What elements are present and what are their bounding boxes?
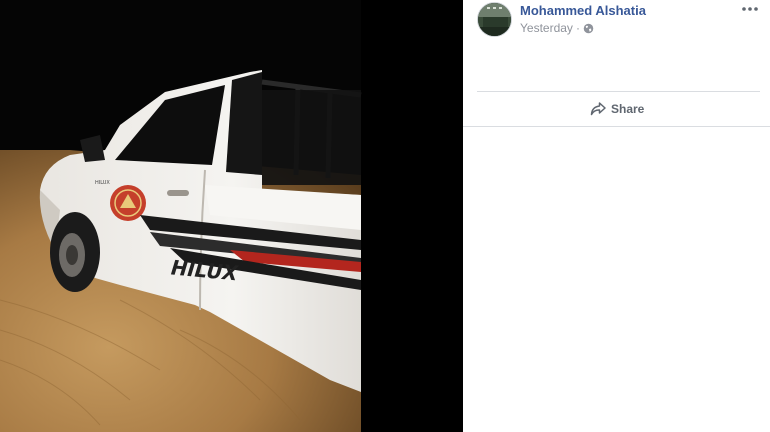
post-meta: Yesterday ·	[520, 21, 594, 35]
post-sidebar: Mohammed Alshatia Yesterday · Share	[463, 0, 770, 432]
share-arrow-icon	[590, 102, 606, 116]
post-timestamp[interactable]: Yesterday	[520, 21, 573, 35]
post-photo: HILUX HILUX	[0, 0, 463, 432]
hilux-badge-text: HILUX	[95, 180, 110, 186]
post-header: Mohammed Alshatia Yesterday ·	[463, 0, 770, 90]
share-button[interactable]: Share	[590, 100, 644, 118]
more-options-icon	[742, 7, 758, 11]
author-avatar[interactable]	[477, 2, 512, 37]
avatar-image	[478, 3, 511, 36]
photo-viewer[interactable]: HILUX HILUX	[0, 0, 463, 432]
actions-divider-bottom	[463, 126, 770, 127]
more-options-button[interactable]	[740, 2, 760, 16]
meta-separator: ·	[575, 21, 580, 35]
share-label: Share	[611, 102, 645, 116]
author-name-link[interactable]: Mohammed Alshatia	[520, 3, 646, 18]
globe-icon[interactable]	[583, 23, 594, 34]
actions-divider-top	[477, 91, 760, 92]
